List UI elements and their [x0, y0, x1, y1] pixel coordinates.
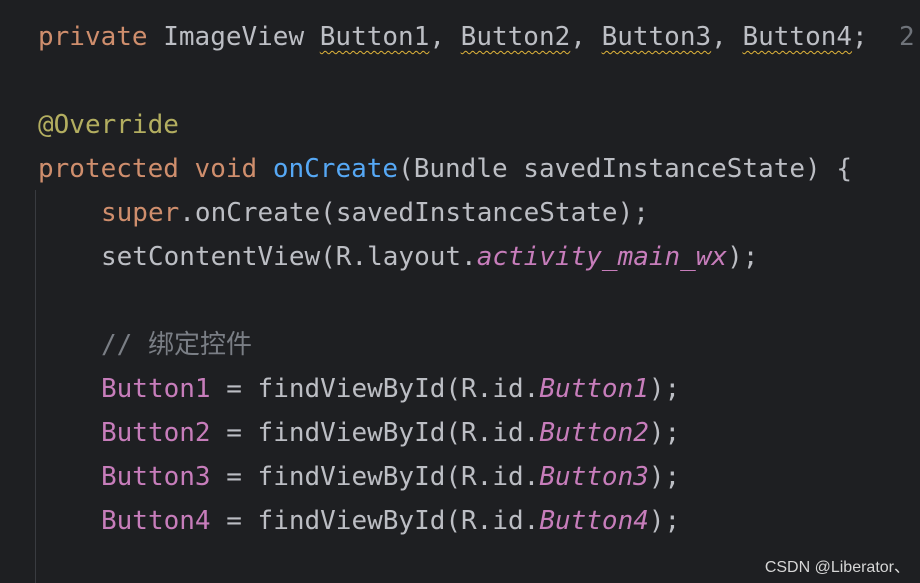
statement-end: );: [648, 462, 681, 492]
method-params: (Bundle savedInstanceState) {: [398, 154, 853, 184]
find-view-call: = findViewById(R.id.: [210, 506, 540, 536]
statement-end: );: [727, 242, 759, 272]
code-line-assign-button4[interactable]: Button4 = findViewById(R.id.Button4);: [101, 503, 680, 539]
override-annotation: @Override: [38, 110, 179, 140]
resource-id-button2[interactable]: Button2: [539, 418, 649, 448]
keyword-super: super: [101, 198, 180, 228]
code-line-method-signature[interactable]: protected void onCreate(Bundle savedInst…: [38, 151, 852, 187]
super-call-rest: .onCreate(savedInstanceState);: [179, 198, 649, 228]
csdn-watermark: CSDN @Liberator、: [764, 559, 910, 576]
code-line-super-call[interactable]: super.onCreate(savedInstanceState);: [101, 195, 649, 231]
separator: ,: [429, 22, 461, 52]
separator: ,: [570, 22, 602, 52]
field-button4[interactable]: Button4: [101, 506, 211, 536]
code-line-annotation[interactable]: @Override: [38, 107, 179, 143]
separator: ,: [711, 22, 743, 52]
code-editor[interactable]: private ImageView Button1, Button2, Butt…: [0, 0, 920, 583]
code-line-field-declaration[interactable]: private ImageView Button1, Button2, Butt…: [38, 19, 915, 55]
code-line-set-content-view[interactable]: setContentView(R.layout.activity_main_wx…: [101, 239, 758, 275]
keyword-private: private: [38, 22, 148, 52]
clipped-text: 2: [899, 22, 915, 52]
statement-end: ;: [852, 22, 868, 52]
layout-resource-id[interactable]: activity_main_wx: [477, 242, 727, 272]
field-button1[interactable]: Button1: [101, 374, 211, 404]
type-imageview: ImageView: [163, 22, 305, 52]
find-view-call: = findViewById(R.id.: [210, 418, 540, 448]
statement-end: );: [648, 506, 681, 536]
field-button2-declared[interactable]: Button2: [461, 22, 571, 52]
comment-bind-controls: // 绑定控件: [101, 330, 252, 360]
code-line-assign-button2[interactable]: Button2 = findViewById(R.id.Button2);: [101, 415, 680, 451]
field-button1-declared[interactable]: Button1: [320, 22, 430, 52]
resource-id-button4[interactable]: Button4: [539, 506, 649, 536]
statement-end: );: [648, 418, 681, 448]
statement-end: );: [648, 374, 681, 404]
find-view-call: = findViewById(R.id.: [210, 462, 540, 492]
keyword-void: void: [194, 154, 258, 184]
field-button3[interactable]: Button3: [101, 462, 211, 492]
field-button3-declared[interactable]: Button3: [602, 22, 712, 52]
indent-guide: [35, 190, 36, 583]
resource-id-button3[interactable]: Button3: [539, 462, 649, 492]
field-button4-declared[interactable]: Button4: [742, 22, 852, 52]
keyword-protected: protected: [38, 154, 179, 184]
resource-id-button1[interactable]: Button1: [539, 374, 649, 404]
code-line-assign-button1[interactable]: Button1 = findViewById(R.id.Button1);: [101, 371, 680, 407]
field-button2[interactable]: Button2: [101, 418, 211, 448]
set-content-view-call: setContentView(R.layout.: [101, 242, 477, 272]
code-line-comment[interactable]: // 绑定控件: [101, 327, 252, 363]
method-oncreate[interactable]: onCreate: [273, 154, 398, 184]
code-line-assign-button3[interactable]: Button3 = findViewById(R.id.Button3);: [101, 459, 680, 495]
find-view-call: = findViewById(R.id.: [210, 374, 540, 404]
